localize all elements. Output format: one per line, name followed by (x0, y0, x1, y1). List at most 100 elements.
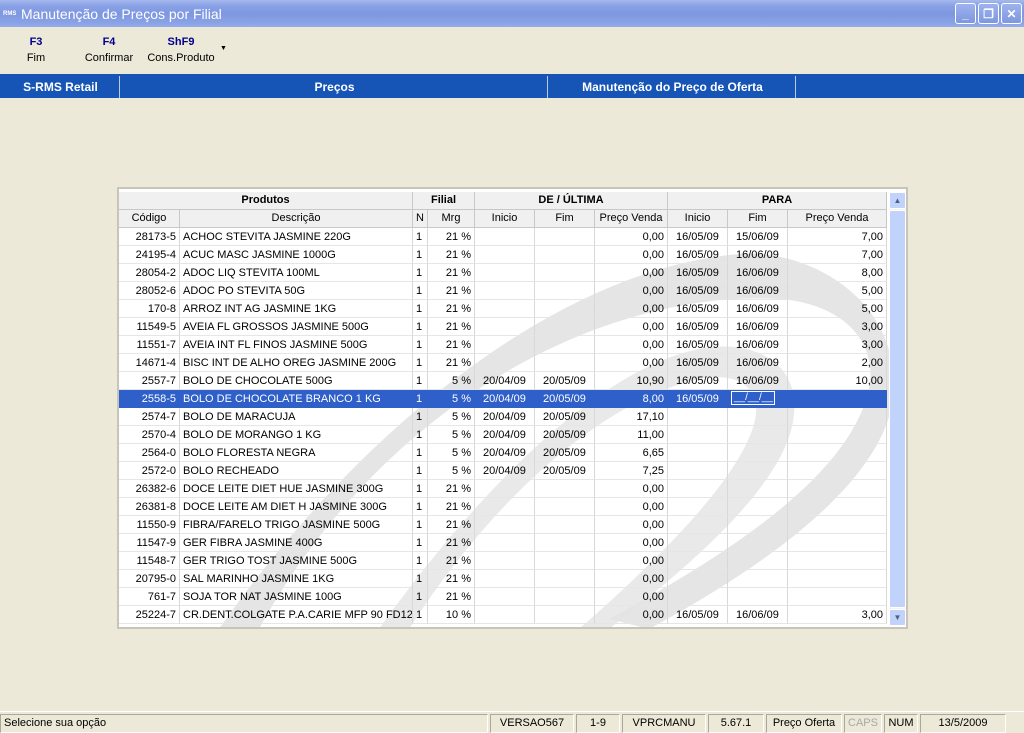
cell-de-inicio[interactable] (475, 354, 535, 372)
table-row[interactable]: 25224-7 CR.DENT.COLGATE P.A.CARIE MFP 90 … (119, 606, 887, 624)
cell-para-inicio[interactable]: 16/05/09 (668, 228, 728, 246)
cell-para-inicio[interactable] (668, 570, 728, 588)
cell-codigo[interactable]: 28054-2 (119, 264, 180, 282)
cell-para-fim[interactable] (728, 462, 788, 480)
chevron-down-icon[interactable]: ▼ (220, 45, 227, 52)
cell-para-fim[interactable] (728, 498, 788, 516)
cell-para-fim[interactable]: __/__/__ (728, 390, 788, 408)
cell-para-inicio[interactable] (668, 426, 728, 444)
cell-para-fim[interactable] (728, 426, 788, 444)
cell-de-fim[interactable] (535, 534, 595, 552)
cell-para-preco[interactable] (788, 534, 887, 552)
fim-button[interactable]: F3 Fim (20, 36, 52, 64)
cell-de-fim[interactable]: 20/05/09 (535, 390, 595, 408)
table-row[interactable]: 11548-7 GER TRIGO TOST JASMINE 500G 1 21 % 0… (119, 552, 887, 570)
cell-de-fim[interactable]: 20/05/09 (535, 408, 595, 426)
cell-para-fim[interactable] (728, 480, 788, 498)
cell-de-fim[interactable] (535, 354, 595, 372)
cell-mrg[interactable]: 5 % (428, 444, 475, 462)
cell-mrg[interactable]: 21 % (428, 534, 475, 552)
cell-mrg[interactable]: 21 % (428, 516, 475, 534)
cell-para-fim[interactable]: 16/06/09 (728, 354, 788, 372)
cell-de-preco[interactable]: 6,65 (595, 444, 668, 462)
cell-n[interactable]: 1 (413, 462, 428, 480)
cell-para-inicio[interactable] (668, 444, 728, 462)
cell-n[interactable]: 1 (413, 300, 428, 318)
cell-codigo[interactable]: 28052-6 (119, 282, 180, 300)
cell-mrg[interactable]: 21 % (428, 336, 475, 354)
cell-codigo[interactable]: 25224-7 (119, 606, 180, 624)
cell-descricao[interactable]: CR.DENT.COLGATE P.A.CARIE MFP 90 FD12 (180, 606, 413, 624)
cell-para-fim[interactable]: 16/06/09 (728, 264, 788, 282)
col-codigo[interactable]: Código (119, 210, 180, 228)
cell-de-inicio[interactable] (475, 282, 535, 300)
cell-de-inicio[interactable]: 20/04/09 (475, 390, 535, 408)
cell-de-fim[interactable] (535, 300, 595, 318)
cell-de-preco[interactable]: 0,00 (595, 498, 668, 516)
cell-para-fim[interactable] (728, 444, 788, 462)
cell-descricao[interactable]: ADOC LIQ STEVITA 100ML (180, 264, 413, 282)
cell-de-fim[interactable] (535, 588, 595, 606)
cell-n[interactable]: 1 (413, 606, 428, 624)
table-row[interactable]: 2574-7 BOLO DE MARACUJA 1 5 % 20/04/09 20/05/… (119, 408, 887, 426)
cell-codigo[interactable]: 11547-9 (119, 534, 180, 552)
cell-de-inicio[interactable] (475, 300, 535, 318)
col-de-inicio[interactable]: Inicio (475, 210, 535, 228)
cell-mrg[interactable]: 21 % (428, 300, 475, 318)
cell-codigo[interactable]: 28173-5 (119, 228, 180, 246)
cell-para-preco[interactable]: 3,00 (788, 606, 887, 624)
cell-para-preco[interactable]: 5,00 (788, 300, 887, 318)
restore-button[interactable]: ❐ (978, 3, 999, 24)
table-row[interactable]: 761-7 SOJA TOR NAT JASMINE 100G 1 21 % 0,00 (119, 588, 887, 606)
cell-para-inicio[interactable] (668, 408, 728, 426)
cell-mrg[interactable]: 21 % (428, 246, 475, 264)
cell-para-fim[interactable]: 16/06/09 (728, 606, 788, 624)
cell-para-inicio[interactable] (668, 498, 728, 516)
cell-de-preco[interactable]: 0,00 (595, 480, 668, 498)
cell-descricao[interactable]: BOLO DE MORANGO 1 KG (180, 426, 413, 444)
col-para-inicio[interactable]: Inicio (668, 210, 728, 228)
cell-mrg[interactable]: 5 % (428, 426, 475, 444)
cell-de-inicio[interactable] (475, 552, 535, 570)
cell-de-inicio[interactable]: 20/04/09 (475, 444, 535, 462)
cell-de-fim[interactable] (535, 570, 595, 588)
cell-n[interactable]: 1 (413, 570, 428, 588)
table-row[interactable]: 26382-6 DOCE LEITE DIET HUE JASMINE 300G 1… (119, 480, 887, 498)
cell-para-inicio[interactable]: 16/05/09 (668, 354, 728, 372)
cell-codigo[interactable]: 2570-4 (119, 426, 180, 444)
table-row[interactable]: 2572-0 BOLO RECHEADO 1 5 % 20/04/09 20/05/09 7… (119, 462, 887, 480)
cell-para-fim[interactable]: 15/06/09 (728, 228, 788, 246)
cell-mrg[interactable]: 21 % (428, 354, 475, 372)
cell-para-inicio[interactable] (668, 480, 728, 498)
cell-codigo[interactable]: 2557-7 (119, 372, 180, 390)
cell-para-fim[interactable]: 16/06/09 (728, 300, 788, 318)
cell-de-fim[interactable]: 20/05/09 (535, 444, 595, 462)
date-edit-input[interactable]: __/__/__ (731, 391, 775, 405)
cell-de-inicio[interactable] (475, 480, 535, 498)
cell-descricao[interactable]: BOLO DE CHOCOLATE 500G (180, 372, 413, 390)
cell-de-inicio[interactable] (475, 228, 535, 246)
cell-de-fim[interactable] (535, 516, 595, 534)
cell-para-fim[interactable] (728, 516, 788, 534)
cell-para-inicio[interactable] (668, 534, 728, 552)
cell-para-fim[interactable] (728, 570, 788, 588)
cell-para-preco[interactable]: 7,00 (788, 228, 887, 246)
cell-para-inicio[interactable] (668, 588, 728, 606)
cell-codigo[interactable]: 20795-0 (119, 570, 180, 588)
cell-para-inicio[interactable] (668, 462, 728, 480)
cell-mrg[interactable]: 21 % (428, 318, 475, 336)
cons-produto-button[interactable]: ShF9 Cons.Produto (144, 36, 218, 64)
cell-descricao[interactable]: AVEIA FL GROSSOS JASMINE 500G (180, 318, 413, 336)
cell-de-preco[interactable]: 0,00 (595, 354, 668, 372)
cell-de-preco[interactable]: 11,00 (595, 426, 668, 444)
table-row[interactable]: 11547-9 GER FIBRA JASMINE 400G 1 21 % 0,00 (119, 534, 887, 552)
table-row[interactable]: 2558-5 BOLO DE CHOCOLATE BRANCO 1 KG 1 5 % 2… (119, 390, 887, 408)
col-mrg[interactable]: Mrg (428, 210, 475, 228)
cell-codigo[interactable]: 2564-0 (119, 444, 180, 462)
cell-de-preco[interactable]: 7,25 (595, 462, 668, 480)
cell-para-fim[interactable] (728, 408, 788, 426)
cell-para-fim[interactable] (728, 552, 788, 570)
cell-n[interactable]: 1 (413, 480, 428, 498)
cell-codigo[interactable]: 2572-0 (119, 462, 180, 480)
cell-de-preco[interactable]: 17,10 (595, 408, 668, 426)
